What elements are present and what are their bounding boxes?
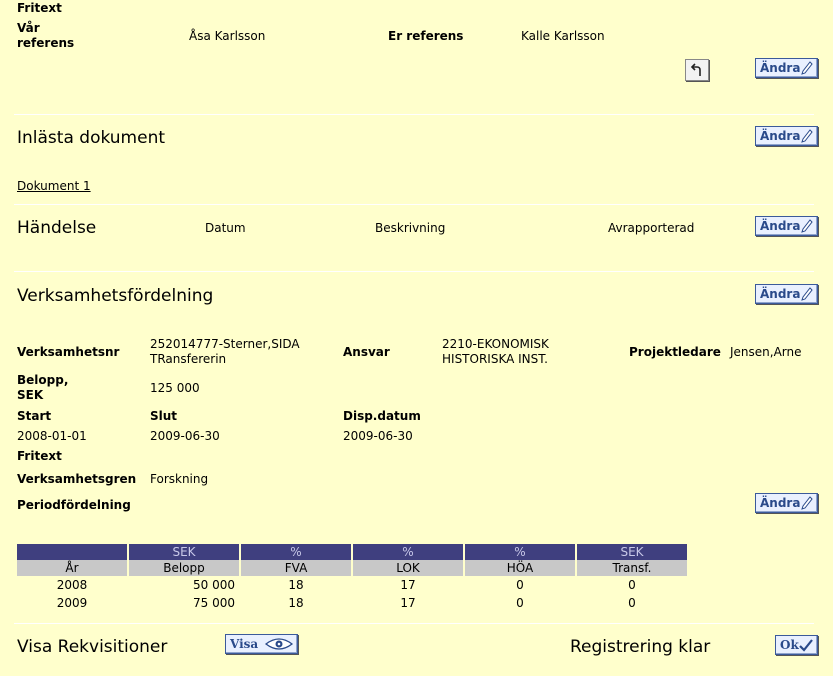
- pencil-icon: [801, 129, 813, 143]
- dokument-1-link[interactable]: Dokument 1: [17, 179, 91, 193]
- ok-button-label: Ok: [780, 638, 799, 652]
- divider: [14, 204, 814, 205]
- andra-button-label: Ändra: [760, 61, 801, 75]
- andra-button-handelse[interactable]: Ändra: [755, 216, 818, 236]
- verksamhetsnr-label: Verksamhetsnr: [17, 345, 120, 359]
- fritext-label-verksamhet: Fritext: [17, 449, 62, 463]
- disp-datum-value: 2009-06-30: [343, 429, 413, 443]
- handelse-heading: Händelse: [17, 218, 97, 238]
- table-unit-row: SEK % % % SEK: [17, 544, 687, 560]
- unit-cell: %: [353, 544, 463, 560]
- ok-button[interactable]: Ok: [775, 635, 818, 655]
- handelse-col-avrapporterad: Avrapporterad: [608, 221, 695, 235]
- table-row: 2009 75 000 18 17 0 0: [17, 594, 687, 612]
- table-cell: 0: [628, 578, 636, 592]
- pencil-icon: [801, 496, 813, 510]
- table-cell: 17: [400, 578, 416, 592]
- verksamhetsfordelning-heading: Verksamhetsfördelning: [17, 286, 214, 306]
- table-header-row: År Belopp FVA LOK HÖA Transf.: [17, 560, 687, 576]
- andra-button-period[interactable]: Ändra: [755, 493, 818, 513]
- er-referens-label: Er referens: [388, 29, 464, 43]
- belopp-label: Belopp, SEK: [17, 373, 69, 402]
- eye-icon: [265, 638, 293, 650]
- table-cell: 0: [516, 578, 524, 592]
- inlasta-dokument-heading: Inlästa dokument: [17, 128, 166, 148]
- pencil-icon: [801, 61, 813, 75]
- table-cell: 17: [400, 596, 416, 610]
- verksamhetsgren-label: Verksamhetsgren: [17, 472, 137, 486]
- belopp-value: 125 000: [150, 381, 200, 395]
- andra-button-label: Ändra: [760, 287, 801, 301]
- andra-button-ref[interactable]: Ändra: [755, 58, 818, 78]
- table-cell: 0: [628, 596, 636, 610]
- unit-cell: [17, 544, 127, 560]
- ansvar-label: Ansvar: [343, 345, 390, 359]
- projektledare-value: Jensen,Arne: [730, 345, 802, 359]
- column-header: HÖA: [465, 560, 575, 576]
- pencil-icon: [801, 287, 813, 301]
- column-header: År: [17, 560, 127, 576]
- fritext-label: Fritext: [17, 1, 62, 15]
- var-referens-value: Åsa Karlsson: [189, 29, 266, 43]
- table-cell: 0: [516, 596, 524, 610]
- undo-button[interactable]: [685, 59, 709, 81]
- divider: [14, 623, 814, 624]
- ansvar-value: 2210-EKONOMISK HISTORISKA INST.: [442, 337, 549, 366]
- projektledare-label: Projektledare: [629, 345, 721, 359]
- pencil-icon: [801, 219, 813, 233]
- handelse-col-datum: Datum: [205, 221, 246, 235]
- divider: [14, 114, 814, 115]
- table-cell: 2009: [56, 596, 88, 610]
- unit-cell: %: [241, 544, 351, 560]
- undo-arrow-icon: [690, 63, 701, 76]
- slut-value: 2009-06-30: [150, 429, 220, 443]
- slut-label: Slut: [150, 409, 178, 423]
- var-referens-label: Vår referens: [17, 21, 75, 50]
- visa-button[interactable]: Visa: [225, 634, 298, 654]
- er-referens-value: Kalle Karlsson: [521, 29, 605, 43]
- handelse-col-beskrivning: Beskrivning: [375, 221, 446, 235]
- table-cell: 2008: [56, 578, 88, 592]
- andra-button-dokument[interactable]: Ändra: [755, 126, 818, 146]
- unit-cell: SEK: [129, 544, 239, 560]
- andra-button-label: Ändra: [760, 219, 801, 233]
- table-cell: 18: [288, 578, 304, 592]
- unit-cell: SEK: [577, 544, 687, 560]
- periodfordelning-label: Periodfördelning: [17, 498, 131, 512]
- unit-cell: %: [465, 544, 575, 560]
- start-label: Start: [17, 409, 52, 423]
- andra-button-label: Ändra: [760, 129, 801, 143]
- visa-rekvisitioner-label: Visa Rekvisitioner: [17, 637, 168, 657]
- visa-button-label: Visa: [230, 637, 259, 651]
- disp-datum-label: Disp.datum: [343, 409, 421, 423]
- table-cell: 18: [288, 596, 304, 610]
- table-cell: 50 000: [193, 578, 235, 592]
- column-header: Belopp: [129, 560, 239, 576]
- column-header: Transf.: [577, 560, 687, 576]
- checkmark-icon: [799, 639, 813, 652]
- table-cell: 75 000: [193, 596, 235, 610]
- column-header: FVA: [241, 560, 351, 576]
- column-header: LOK: [353, 560, 463, 576]
- period-table: SEK % % % SEK År Belopp FVA LOK HÖA Tran…: [15, 544, 689, 612]
- divider: [14, 271, 814, 272]
- start-value: 2008-01-01: [17, 429, 87, 443]
- andra-button-verksamhet[interactable]: Ändra: [755, 284, 818, 304]
- registrering-klar-label: Registrering klar: [570, 637, 711, 657]
- verksamhetsnr-value: 252014777-Sterner,SIDA TRansfererin: [150, 337, 300, 366]
- andra-button-label: Ändra: [760, 496, 801, 510]
- verksamhetsgren-value: Forskning: [150, 472, 209, 486]
- table-row: 2008 50 000 18 17 0 0: [17, 576, 687, 594]
